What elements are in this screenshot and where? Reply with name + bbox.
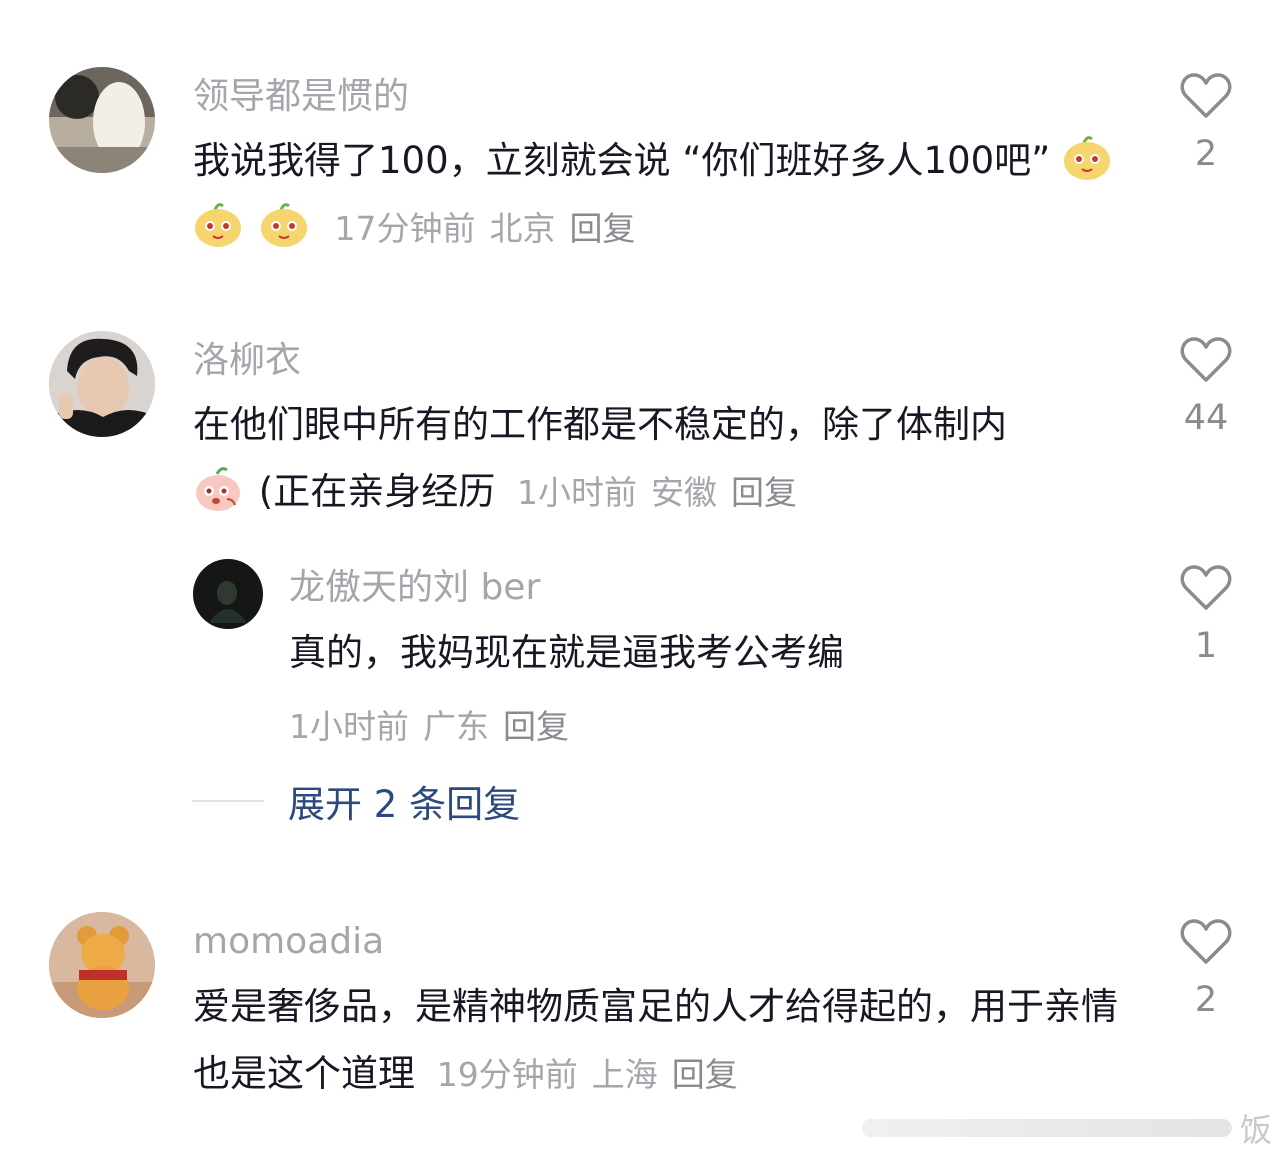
comment-time: 1小时前 xyxy=(516,473,637,512)
avatar[interactable] xyxy=(49,67,155,173)
username[interactable]: 龙傲天的刘 ber xyxy=(289,566,540,610)
reply-meta: 1小时前 广东 回复 xyxy=(289,700,569,748)
avatar[interactable] xyxy=(49,912,155,1018)
reply-button[interactable]: 回复 xyxy=(672,1055,738,1094)
comment-text: 爱是奢侈品，是精神物质富足的人才给得起的，用于亲情也是这个道理 19分钟前 上海回… xyxy=(193,973,1123,1108)
comment-meta: 19分钟前 上海 回复 xyxy=(437,1055,752,1094)
fruit-face-emoji xyxy=(1062,136,1116,182)
avatar[interactable] xyxy=(49,331,155,437)
username[interactable]: 领导都是惯的 xyxy=(193,75,409,119)
comment-time: 1小时前 xyxy=(289,707,409,746)
reply-button[interactable]: 回复 xyxy=(731,473,797,512)
comment-time: 17分钟前 xyxy=(334,209,476,248)
watermark: 饭 xyxy=(861,1105,1272,1151)
reply-button[interactable]: 回复 xyxy=(503,707,569,746)
watermark-text: 饭 xyxy=(1239,1111,1272,1149)
comment-location: 上海 xyxy=(591,1055,658,1094)
comment-location: 广东 xyxy=(423,707,489,746)
like-count: 2 xyxy=(1194,134,1218,174)
like-button[interactable]: 2 xyxy=(1170,918,1242,1020)
divider xyxy=(192,800,264,802)
comment-body-continued: (正在亲身经历 xyxy=(258,470,496,513)
comment-location: 安徽 xyxy=(650,473,717,512)
comment-body: 我说我得了100，立刻就会说 “你们班好多人100吧” xyxy=(193,139,1051,182)
username[interactable]: 洛柳衣 xyxy=(193,339,301,383)
heart-outline-icon xyxy=(1180,73,1232,118)
fruit-face-emoji xyxy=(259,203,325,249)
like-count: 1 xyxy=(1194,626,1218,666)
expand-replies-label[interactable]: 展开 2 条回复 xyxy=(288,774,520,828)
like-button[interactable]: 44 xyxy=(1170,336,1242,438)
watermark-bar xyxy=(861,1119,1232,1137)
like-count: 2 xyxy=(1194,980,1218,1020)
like-button[interactable]: 2 xyxy=(1170,72,1242,174)
fruit-face-emoji xyxy=(193,203,259,249)
reply-text: 真的，我妈现在就是逼我考公考编 xyxy=(289,631,844,674)
expand-replies[interactable]: 展开 2 条回复 xyxy=(192,776,520,826)
like-count: 44 xyxy=(1183,398,1229,438)
heart-outline-icon xyxy=(1180,919,1232,964)
comment-text: 在他们眼中所有的工作都是不稳定的，除了体制内 (正在亲身经历 1小时前 安徽 回复 xyxy=(193,391,1123,526)
heart-outline-icon xyxy=(1180,337,1232,382)
comment-meta: 1小时前 安徽 回复 xyxy=(517,473,811,512)
comment-text: 我说我得了100，立刻就会说 “你们班好多人100吧” 17分钟前 北京 回复 xyxy=(193,127,1123,262)
heart-outline-icon xyxy=(1180,565,1232,610)
peach-face-emoji xyxy=(193,467,259,513)
like-button[interactable]: 1 xyxy=(1170,564,1242,666)
comment-time: 19分钟前 xyxy=(436,1055,578,1094)
reply-button[interactable]: 回复 xyxy=(570,209,636,248)
comment-location: 北京 xyxy=(489,209,556,248)
comment-meta: 17分钟前 北京 回复 xyxy=(335,209,650,248)
avatar[interactable] xyxy=(193,559,263,629)
username[interactable]: momoadia xyxy=(193,920,384,964)
comment-body: 在他们眼中所有的工作都是不稳定的，除了体制内 xyxy=(193,403,1007,446)
